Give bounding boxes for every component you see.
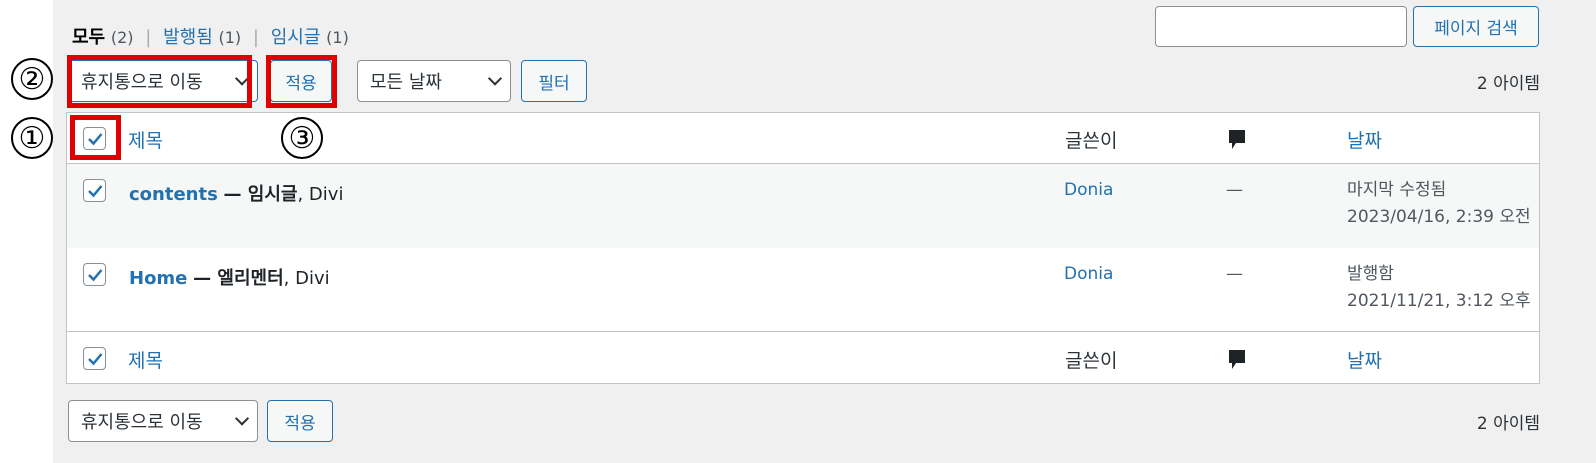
- checkmark-icon: [88, 185, 103, 198]
- checkmark-icon: [88, 353, 103, 366]
- comments-count: —: [1226, 180, 1243, 200]
- row-title-cell: contents — 임시글, Divi: [129, 180, 343, 206]
- column-date-footer[interactable]: 날짜: [1347, 346, 1382, 373]
- table-row: Home — 엘리멘터, Divi Donia — 발행함 2021/11/21…: [67, 248, 1539, 332]
- page-state: — 엘리멘터: [193, 268, 284, 289]
- column-author-footer: 글쓴이: [1065, 350, 1118, 372]
- search-input[interactable]: [1155, 6, 1407, 47]
- status-separator: |: [145, 27, 152, 48]
- page-title-link[interactable]: Home: [129, 268, 187, 289]
- column-title-footer[interactable]: 제목: [128, 346, 163, 373]
- table-row: contents — 임시글, Divi Donia — 마지막 수정됨 202…: [67, 164, 1539, 248]
- date-filter-selected: 모든 날짜: [370, 72, 442, 93]
- table-footer-row: 제목 글쓴이 날짜: [67, 333, 1539, 384]
- step-2-marker: ②: [11, 58, 53, 100]
- status-published-count: (1): [218, 28, 242, 47]
- post-status-filters: 모두 (2) | 발행됨 (1) | 임시글 (1): [72, 23, 349, 49]
- chevron-down-icon: [234, 411, 250, 426]
- status-separator: |: [252, 27, 259, 48]
- column-title-header[interactable]: 제목: [128, 126, 163, 153]
- comment-bubble-icon: [1227, 128, 1247, 157]
- date-status: 마지막 수정됨: [1347, 180, 1447, 200]
- status-all-link[interactable]: 모두: [72, 27, 105, 48]
- date-cell: 발행함 2021/11/21, 3:12 오후: [1347, 261, 1531, 315]
- page-title-link[interactable]: contents: [129, 184, 218, 205]
- bulk-action-select-bottom[interactable]: 휴지통으로 이동: [68, 400, 258, 442]
- comments-count: —: [1226, 264, 1243, 284]
- comment-bubble-icon: [1227, 348, 1247, 377]
- checkmark-icon: [88, 269, 103, 282]
- date-value: 2023/04/16, 2:39 오전: [1347, 207, 1531, 227]
- step-3-marker: ③: [281, 117, 323, 159]
- author-link[interactable]: Donia: [1064, 264, 1113, 284]
- row-checkbox[interactable]: [83, 179, 106, 202]
- apply-button-bottom[interactable]: 적용: [267, 400, 333, 442]
- author-link[interactable]: Donia: [1064, 180, 1113, 200]
- column-date-header[interactable]: 날짜: [1347, 126, 1382, 153]
- status-published-link[interactable]: 발행됨: [163, 27, 213, 48]
- row-checkbox[interactable]: [83, 263, 106, 286]
- status-draft-link[interactable]: 임시글: [271, 27, 321, 48]
- column-author-header: 글쓴이: [1065, 130, 1118, 152]
- date-cell: 마지막 수정됨 2023/04/16, 2:39 오전: [1347, 177, 1531, 231]
- date-value: 2021/11/21, 3:12 오후: [1347, 291, 1531, 311]
- date-filter-select[interactable]: 모든 날짜: [357, 60, 511, 102]
- highlight-bulk-action: [67, 55, 252, 108]
- step-1-marker: ①: [11, 117, 53, 159]
- row-title-cell: Home — 엘리멘터, Divi: [129, 264, 330, 290]
- status-all-count: (2): [110, 28, 134, 47]
- bulk-action-selected: 휴지통으로 이동: [81, 412, 203, 433]
- select-all-checkbox-footer[interactable]: [83, 347, 106, 370]
- highlight-select-all: [70, 115, 121, 160]
- page-state: — 임시글: [223, 184, 298, 205]
- status-draft-count: (1): [326, 28, 349, 47]
- items-count-bottom: 2 아이템: [1476, 414, 1540, 434]
- filter-button[interactable]: 필터: [521, 60, 587, 102]
- highlight-apply: [266, 55, 337, 108]
- page-template: , Divi: [283, 268, 330, 289]
- page-template: , Divi: [297, 184, 344, 205]
- date-status: 발행함: [1347, 264, 1394, 284]
- search-pages-button[interactable]: 페이지 검색: [1413, 6, 1539, 47]
- items-count-top: 2 아이템: [1476, 74, 1540, 94]
- chevron-down-icon: [487, 71, 503, 86]
